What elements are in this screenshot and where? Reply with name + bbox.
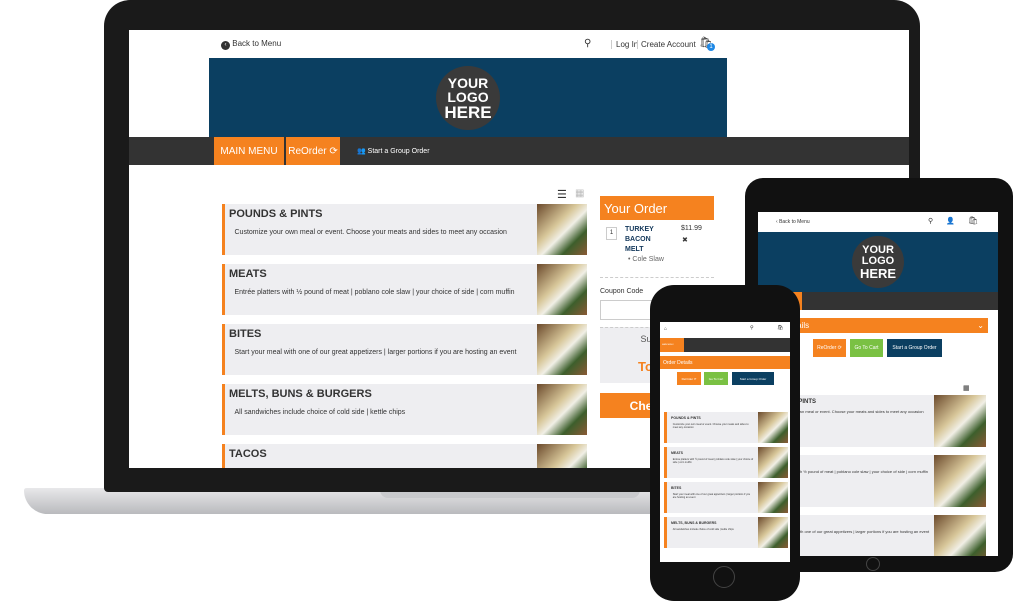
category-image [537,384,587,435]
category-description: Entrée platters with ½ pound of meat | p… [672,457,754,464]
list-view-icon[interactable]: ☰ [557,188,567,201]
chevron-down-icon: ⌄ [977,321,984,330]
category-bar: MAIN MENU [660,338,790,352]
category-title: POUNDS & PINTS [671,416,701,420]
cart-icon[interactable]: 🛍 [777,325,783,331]
brand-banner: YOUR LOGO HERE [209,58,727,138]
category-image [934,515,986,556]
menu-category-row[interactable]: MEATS Entrée platters with ½ pound of mea… [222,264,587,315]
menu-category-row[interactable]: MELTS, BUNS & BURGERS All sandwiches incl… [222,384,587,435]
menu-category-row[interactable]: TACOS [222,444,587,468]
tablet-home-button[interactable] [866,557,880,571]
order-details-bar[interactable]: Order Details [660,356,790,369]
menu-category-row[interactable]: POUNDS & PINTS Customize your own meal or… [664,412,788,443]
menu-category-row[interactable]: MEATS Entrée platters with ½ pound of mea… [664,447,788,478]
group-order-link[interactable]: 👥 Start a Group Order [357,147,430,155]
tab-main-menu[interactable]: MAIN MENU [214,137,284,165]
category-title: MEATS [671,451,683,455]
category-image [537,444,587,468]
back-to-menu-link[interactable]: ‹ Back to Menu [776,219,810,225]
go-to-cart-button[interactable]: Go To Cart [850,339,883,357]
category-description: Customize your own meal or event. Choose… [234,228,507,236]
top-nav: ‹ Back to Menu ⚲ Log In Create Account 🛍… [129,30,909,58]
category-title: BITES [671,486,682,490]
category-description: Customize your own meal or event. Choose… [672,422,749,429]
back-to-menu-link[interactable]: ‹ Back to Menu [221,39,281,50]
phone-home-button[interactable] [713,566,735,588]
order-item-name[interactable]: TURKEY BACON MELT [625,225,661,255]
menu-category-row[interactable]: MELTS, BUNS & BURGERS All sandwiches incl… [664,517,788,548]
go-to-cart-button[interactable]: Go To Cart [704,372,728,385]
search-icon[interactable]: ⚲ [750,325,754,331]
qty-input[interactable]: 1 [606,227,617,240]
menu-list: POUNDS & PINTS Customize your own meal or… [222,204,587,468]
category-title: BITES [229,328,262,340]
cart-icon[interactable]: 🛍 [968,216,978,225]
category-description: All sandwiches include choice of cold si… [234,408,406,416]
reorder-button[interactable]: ReOrder ⟳ [813,339,846,357]
order-title: Your Order [600,196,714,220]
tab-reorder[interactable]: ReOrder ⟳ [286,137,340,165]
tab-main-menu[interactable]: MAIN MENU [660,338,684,352]
category-description: Start your meal with one of our great ap… [672,492,751,499]
list-view-icon[interactable]: ▦ [963,384,970,392]
grid-view-icon[interactable]: ▦ [575,188,584,199]
menu-category-row[interactable]: POUNDS & PINTS Customize your own meal or… [222,204,587,255]
search-icon[interactable]: ⚲ [584,38,591,49]
menu-category-row[interactable]: BITES Start your meal with one of our gre… [222,324,587,375]
order-item-price: $11.99 [681,225,702,232]
category-image [537,264,587,315]
category-image [758,482,788,513]
category-image [758,412,788,443]
category-image [758,447,788,478]
brand-banner: YOUR LOGO HERE [758,232,998,292]
group-order-button[interactable]: Start a Group Order [732,372,774,385]
menu-list: POUNDS & PINTS Customize your own meal or… [664,412,788,552]
category-image [758,517,788,548]
category-image [934,395,986,447]
remove-item-icon[interactable]: ✖ [682,236,688,244]
reorder-button[interactable]: ReOrder ⟳ [677,372,701,385]
login-link[interactable]: Log In [611,40,638,49]
search-icon[interactable]: ⚲ [928,217,933,225]
category-bar: MAIN MENU ReOrder ⟳ 👥 Start a Group Orde… [129,137,909,165]
menu-category-row[interactable]: BITES Start your meal with one of our gre… [664,482,788,513]
user-icon[interactable]: 👤 [946,217,955,225]
tablet-nav: ‹ Back to Menu ⚲ 👤 🛍 [758,212,998,232]
logo: YOUR LOGO HERE [852,236,904,288]
category-description: All sandwiches include choice of cold si… [672,527,734,531]
category-title: POUNDS & PINTS [229,208,323,220]
category-title: TACOS [229,448,267,460]
category-image [537,324,587,375]
category-title: MELTS, BUNS & BURGERS [671,521,717,525]
category-image [934,455,986,507]
phone-screen: ⌂ ⚲ 🛍 MAIN MENU Order Details ReOrder ⟳ … [660,322,790,562]
category-description: Entrée platters with ½ pound of meat | p… [234,288,515,296]
category-image [537,204,587,255]
create-account-link[interactable]: Create Account [637,40,696,49]
cart-count-badge: 1 [707,43,715,51]
home-icon[interactable]: ⌂ [664,326,667,332]
order-item-side: • Cole Slaw [628,256,664,263]
category-title: MELTS, BUNS & BURGERS [229,388,372,400]
logo: YOUR LOGO HERE [436,66,500,130]
category-title: MEATS [229,268,267,280]
category-description: Start your meal with one of our great ap… [234,348,517,356]
back-arrow-icon: ‹ [221,41,230,50]
group-order-button[interactable]: Start a Group Order [887,339,942,357]
phone-nav: ⌂ ⚲ 🛍 [660,322,790,338]
